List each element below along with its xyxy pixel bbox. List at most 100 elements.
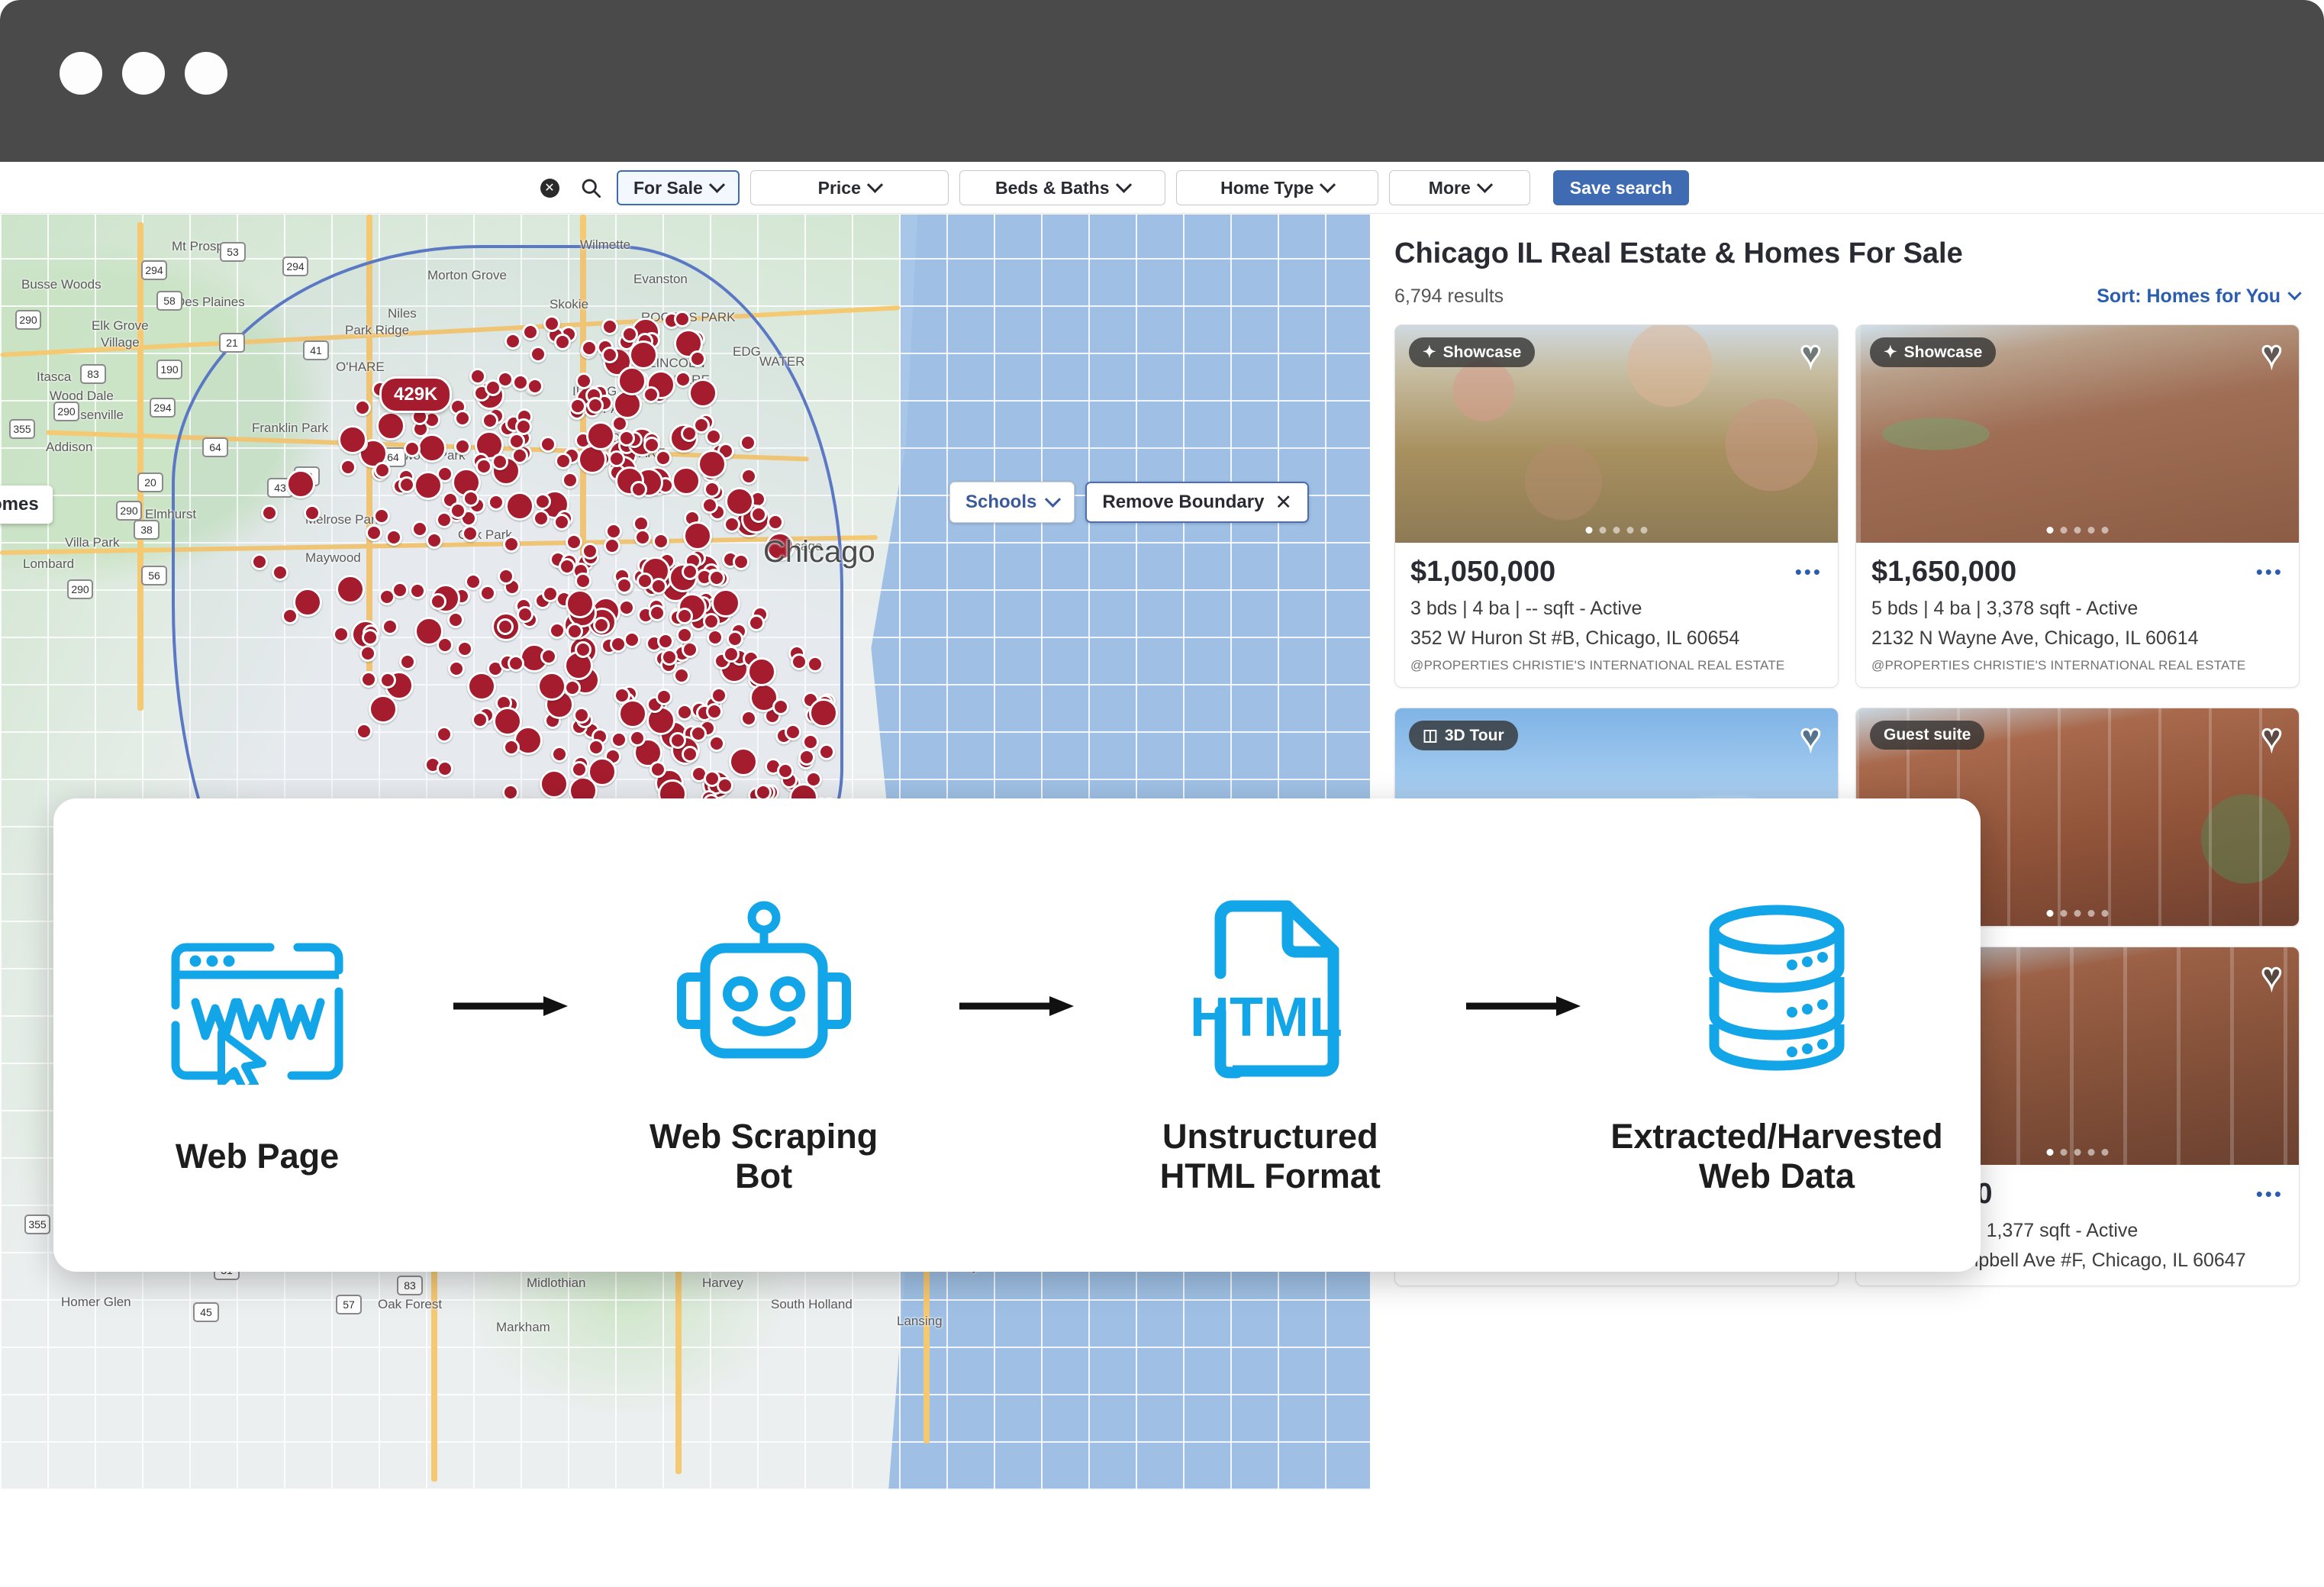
map-listing-pin[interactable] — [747, 614, 765, 632]
map-listing-pin[interactable] — [784, 723, 801, 740]
map-listing-pin[interactable] — [353, 399, 371, 417]
map-listing-pin[interactable] — [676, 608, 694, 624]
map-listing-pin[interactable] — [553, 513, 570, 531]
map-listing-pin[interactable] — [575, 372, 593, 389]
map-listing-pin[interactable] — [637, 572, 654, 589]
map-listing-pin[interactable] — [511, 374, 529, 392]
map-listing-pin[interactable] — [503, 535, 521, 553]
map-listing-pin[interactable] — [508, 432, 526, 450]
more-options-icon[interactable]: ••• — [1795, 560, 1823, 584]
map-listing-pin[interactable] — [649, 604, 666, 621]
map-listing-pin[interactable] — [801, 733, 819, 750]
map-listing-pin[interactable] — [585, 421, 615, 451]
map-listing-pin[interactable] — [488, 493, 504, 511]
map-listing-pin[interactable] — [339, 459, 356, 476]
map-listing-pin[interactable] — [516, 605, 533, 623]
map-listing-pin[interactable] — [261, 504, 278, 521]
map-listing-pin[interactable] — [398, 476, 415, 493]
map-listing-pin[interactable] — [303, 504, 321, 521]
map-listing-pin[interactable] — [446, 611, 464, 629]
filter-price[interactable]: Price — [749, 170, 949, 205]
map-listing-pin[interactable] — [739, 434, 756, 452]
map-listing-pin[interactable] — [376, 411, 405, 441]
map-listing-pin[interactable] — [533, 493, 551, 511]
map-listing-pin[interactable] — [553, 334, 571, 351]
window-close-dot[interactable] — [60, 52, 102, 95]
map-listing-pin[interactable] — [654, 449, 672, 466]
map-listing-pin[interactable] — [655, 688, 672, 705]
search-button[interactable] — [575, 173, 606, 203]
map-listing-pin[interactable] — [674, 370, 691, 388]
map-schools-button[interactable]: Schools — [949, 482, 1075, 523]
map-listing-pin[interactable] — [392, 581, 409, 598]
photo-pager-dot[interactable] — [2060, 1149, 2068, 1156]
map-listing-pin[interactable] — [746, 656, 776, 686]
map-listing-pin[interactable] — [706, 628, 724, 646]
map-listing-pin[interactable] — [271, 563, 288, 581]
map-listing-pin[interactable] — [482, 412, 499, 430]
map-listing-pin[interactable] — [382, 618, 399, 636]
map-listing-pin[interactable] — [398, 653, 416, 670]
photo-pager-dot[interactable] — [2101, 910, 2109, 917]
map-listing-pin[interactable] — [580, 339, 598, 356]
heart-icon[interactable]: ♥ — [1799, 335, 1822, 373]
map-homes-tab[interactable]: omes — [0, 485, 53, 524]
heart-icon[interactable]: ♥ — [2260, 718, 2283, 756]
map-listing-pin[interactable] — [701, 496, 718, 514]
map-listing-pin[interactable] — [689, 725, 707, 743]
save-search-button[interactable]: Save search — [1552, 170, 1690, 205]
map-listing-pin[interactable] — [660, 649, 678, 666]
map-listing-pin[interactable] — [705, 428, 723, 445]
map-listing-pin[interactable] — [497, 618, 514, 635]
heart-icon[interactable]: ♥ — [1799, 718, 1822, 756]
map-listing-pin[interactable] — [562, 471, 579, 489]
map-listing-pin[interactable] — [565, 589, 595, 618]
map-listing-pin[interactable] — [456, 640, 473, 657]
more-options-icon[interactable]: ••• — [2256, 560, 2284, 584]
map-listing-pin[interactable] — [708, 569, 726, 586]
map-listing-pin[interactable] — [697, 450, 727, 479]
map-listing-pin[interactable] — [332, 625, 350, 643]
map-listing-pin[interactable] — [437, 760, 454, 777]
map-listing-pin[interactable] — [733, 553, 750, 570]
map-listing-pin[interactable] — [435, 725, 453, 743]
heart-icon[interactable]: ♥ — [2260, 957, 2283, 995]
map-listing-pin[interactable] — [356, 722, 373, 740]
photo-pager-dot[interactable] — [2101, 527, 2109, 534]
sort-dropdown[interactable]: Sort: Homes for You — [2097, 285, 2302, 308]
map-listing-pin[interactable] — [692, 416, 710, 434]
map-listing-pin[interactable] — [615, 577, 633, 595]
map-listing-pin[interactable] — [338, 424, 368, 454]
map-listing-pin[interactable] — [618, 429, 636, 447]
map-listing-pin[interactable] — [649, 760, 667, 778]
map-listing-pin[interactable] — [449, 502, 466, 519]
map-listing-pin[interactable] — [251, 553, 269, 570]
map-listing-pin[interactable] — [497, 568, 514, 585]
map-listing-pin[interactable] — [368, 694, 398, 724]
map-listing-pin[interactable] — [285, 469, 315, 498]
map-listing-pin[interactable] — [572, 706, 590, 724]
map-listing-pin[interactable] — [409, 582, 427, 599]
map-listing-pin[interactable] — [605, 522, 623, 540]
map-listing-pin[interactable] — [574, 572, 591, 589]
photo-pager-dot[interactable] — [2046, 910, 2054, 917]
map-listing-pin[interactable] — [722, 645, 740, 663]
photo-pager-dot[interactable] — [2046, 1149, 2054, 1156]
map-listing-pin[interactable] — [592, 617, 610, 634]
map-listing-pin[interactable] — [543, 315, 560, 333]
map-listing-pin[interactable] — [504, 333, 521, 350]
map-listing-pin[interactable] — [652, 532, 669, 550]
map-listing-pin[interactable] — [726, 631, 743, 648]
map-listing-pin[interactable] — [551, 745, 569, 763]
photo-pager-dot[interactable] — [1626, 527, 1634, 534]
photo-pager-dot[interactable] — [1613, 527, 1620, 534]
photo-pager-dot[interactable] — [2074, 527, 2081, 534]
map-listing-pin[interactable] — [464, 573, 482, 591]
photo-pager-dot[interactable] — [2060, 910, 2068, 917]
map-listing-pin[interactable] — [610, 731, 627, 748]
map-listing-pin[interactable] — [365, 524, 382, 541]
map-remove-boundary-button[interactable]: Remove Boundary ✕ — [1085, 482, 1310, 523]
map-listing-pin[interactable] — [469, 367, 487, 385]
map-listing-pin[interactable] — [335, 574, 365, 604]
photo-pager-dot[interactable] — [2046, 527, 2054, 534]
